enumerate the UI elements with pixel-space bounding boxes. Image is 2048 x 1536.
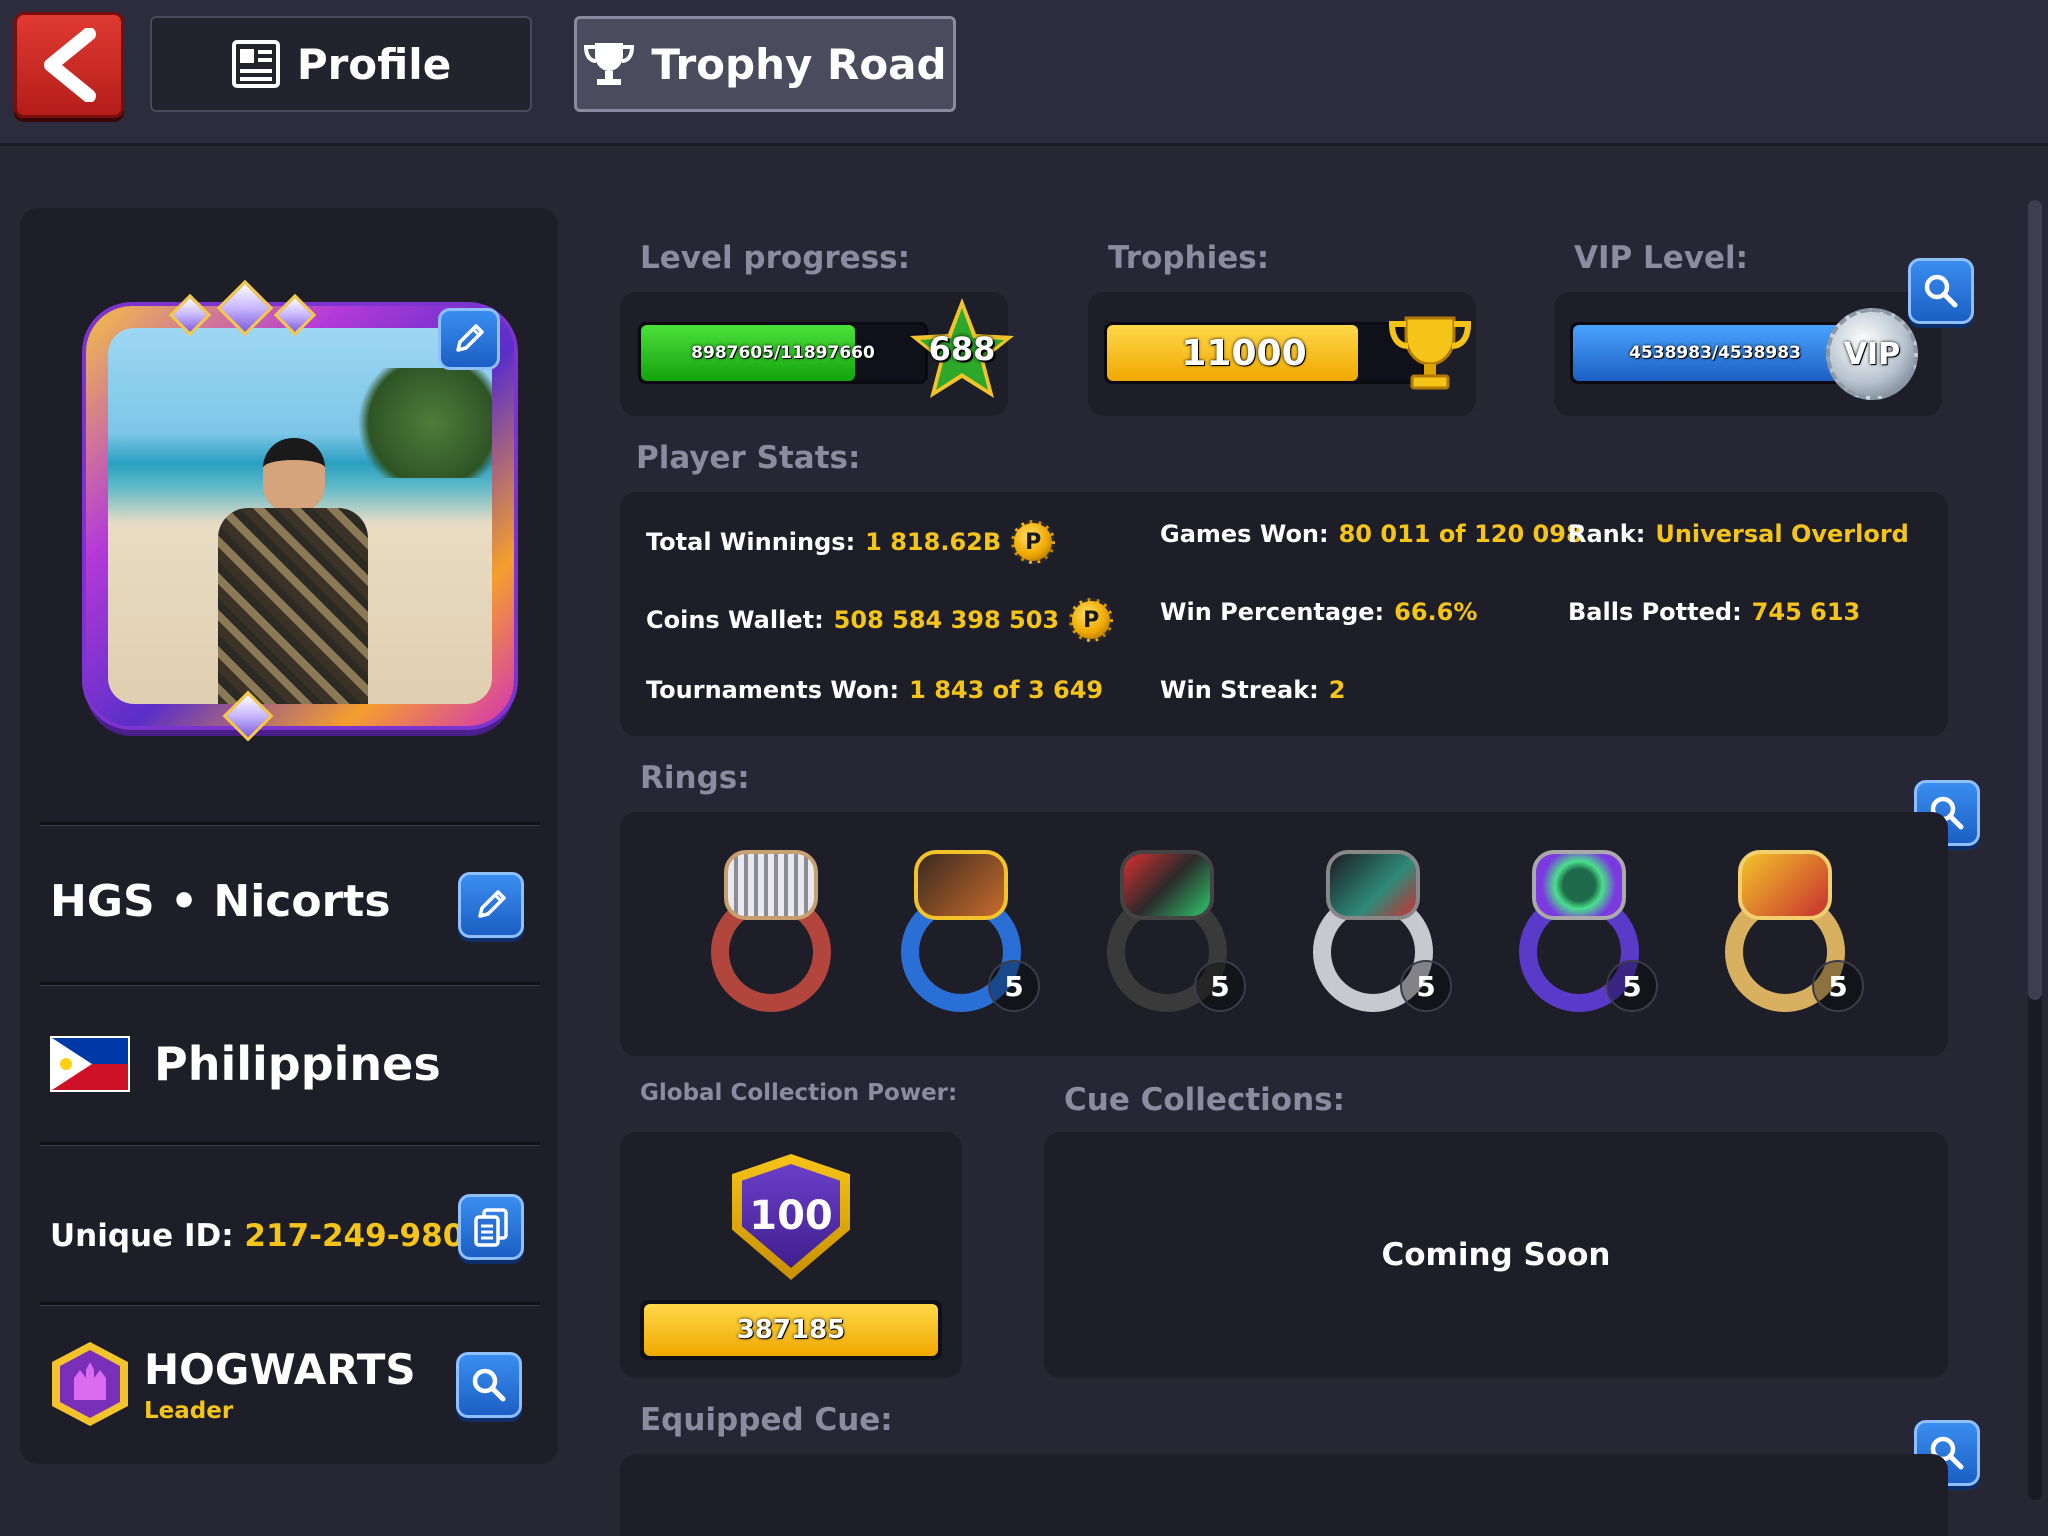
- trophies-value: 11000: [1181, 332, 1307, 374]
- gcp-label: Global Collection Power:: [640, 1080, 958, 1106]
- tab-profile[interactable]: Profile: [150, 16, 532, 112]
- rings-label: Rings:: [640, 760, 750, 796]
- ring-chrome-icon[interactable]: 5: [1504, 842, 1658, 1022]
- stat-tournaments-won: Tournaments Won: 1 843 of 3 649: [646, 676, 1104, 704]
- global-collection-power-card[interactable]: 100 387185: [620, 1132, 962, 1378]
- ring-arabic-icon[interactable]: 5: [886, 842, 1040, 1022]
- level-progress-bar: 8987605/11897660: [638, 322, 928, 384]
- cue-collections-label: Cue Collections:: [1064, 1082, 1345, 1118]
- back-arrow-icon: [44, 28, 96, 102]
- coin-stack-icon: P: [1011, 520, 1056, 564]
- divider: [40, 822, 540, 826]
- pencil-icon: [478, 890, 506, 918]
- ring-count: 5: [988, 960, 1040, 1012]
- player-country: Philippines: [50, 1036, 441, 1092]
- ring-cyber-icon[interactable]: 5: [1092, 842, 1246, 1022]
- country-name: Philippines: [154, 1037, 441, 1091]
- unique-id: Unique ID: 217-249-980-7: [50, 1218, 499, 1254]
- stat-coins-wallet: Coins Wallet: 508 584 398 503 P: [646, 598, 1114, 642]
- ring-count: 5: [1812, 960, 1864, 1012]
- search-icon: [1924, 274, 1958, 308]
- player-card: HGS • Nicorts Philippines Unique ID: 217…: [20, 208, 558, 1464]
- equipped-cue-card: [620, 1454, 1948, 1536]
- vip-badge-icon: VIP: [1826, 308, 1918, 400]
- player-level: 688: [928, 330, 996, 368]
- tab-profile-label: Profile: [296, 39, 452, 89]
- edit-name-button[interactable]: [458, 872, 524, 938]
- ring-count: 5: [1606, 960, 1658, 1012]
- trophies-label: Trophies:: [1108, 240, 1270, 276]
- player-stats-label: Player Stats:: [636, 440, 861, 476]
- coin-icon: P: [1069, 598, 1114, 642]
- vip-level-label: VIP Level:: [1574, 240, 1749, 276]
- profile-card-icon: [231, 40, 280, 88]
- level-progress-label: Level progress:: [640, 240, 911, 276]
- player-stats-card: Total Winnings: 1 818.62B P Coins Wallet…: [620, 492, 1948, 736]
- vip-card: 4538983/4538983 VIP: [1554, 292, 1942, 416]
- ring-count: 5: [1400, 960, 1452, 1012]
- ring-underworld-icon[interactable]: 5: [1298, 842, 1452, 1022]
- cue-collections-card: Coming Soon: [1044, 1132, 1948, 1378]
- club-name: HOGWARTS: [144, 1344, 416, 1394]
- edit-avatar-button[interactable]: [438, 308, 500, 370]
- vip-progress-bar: 4538983/4538983: [1570, 322, 1860, 384]
- stat-games-won: Games Won: 80 011 of 120 098: [1160, 520, 1583, 548]
- club-role: Leader: [144, 1397, 234, 1424]
- collection-shield-icon: 100: [732, 1154, 850, 1280]
- copy-id-button[interactable]: [458, 1194, 524, 1260]
- gcp-value: 387185: [644, 1304, 938, 1356]
- stat-total-winnings: Total Winnings: 1 818.62B P: [646, 520, 1056, 564]
- gcp-bar: 387185: [640, 1300, 942, 1360]
- divider: [40, 982, 540, 986]
- ring-diamond-icon[interactable]: 5: [1710, 842, 1864, 1022]
- rings-card: 5 5 5 5 5: [620, 812, 1948, 1056]
- player-name: HGS • Nicorts: [50, 876, 391, 927]
- stat-win-percentage: Win Percentage: 66.6%: [1160, 598, 1478, 626]
- stat-balls-potted: Balls Potted: 745 613: [1568, 598, 1861, 626]
- unique-id-label: Unique ID:: [50, 1218, 234, 1254]
- level-progress-card: 8987605/11897660 688: [620, 292, 1014, 416]
- trophies-bar: 11000: [1104, 322, 1424, 384]
- trophy-cup-icon: [1388, 316, 1472, 390]
- scrollbar-thumb[interactable]: [2028, 200, 2042, 1000]
- gcp-level: 100: [742, 1164, 840, 1268]
- equipped-cue-label: Equipped Cue:: [640, 1402, 893, 1438]
- vip-progress-value: 4538983/4538983: [1629, 343, 1801, 363]
- avatar[interactable]: [108, 328, 492, 704]
- divider: [40, 1142, 540, 1146]
- club-search-button[interactable]: [456, 1352, 522, 1418]
- divider: [40, 1302, 540, 1306]
- cue-collections-status: Coming Soon: [1381, 1237, 1611, 1273]
- scrollbar[interactable]: [2028, 200, 2042, 1500]
- search-icon: [472, 1368, 506, 1402]
- ring-chicago-icon[interactable]: [696, 842, 846, 1022]
- club-badge-icon: [50, 1340, 130, 1428]
- stat-rank: Rank: Universal Overlord: [1568, 520, 1909, 548]
- trophy-icon: [584, 43, 635, 85]
- pencil-icon: [456, 324, 484, 352]
- trophies-card: 11000: [1088, 292, 1476, 416]
- tab-trophy-road-label: Trophy Road: [651, 39, 947, 89]
- ring-count: 5: [1194, 960, 1246, 1012]
- top-bar: Profile Trophy Road: [0, 0, 2048, 146]
- stat-win-streak: Win Streak: 2: [1160, 676, 1346, 704]
- vip-search-button[interactable]: [1908, 258, 1974, 324]
- philippines-flag-icon: [50, 1036, 130, 1092]
- level-progress-value: 8987605/11897660: [691, 343, 875, 363]
- back-button[interactable]: [14, 12, 124, 118]
- club-info[interactable]: HOGWARTS Leader: [50, 1340, 416, 1428]
- copy-icon: [474, 1208, 508, 1247]
- tab-trophy-road[interactable]: Trophy Road: [574, 16, 956, 112]
